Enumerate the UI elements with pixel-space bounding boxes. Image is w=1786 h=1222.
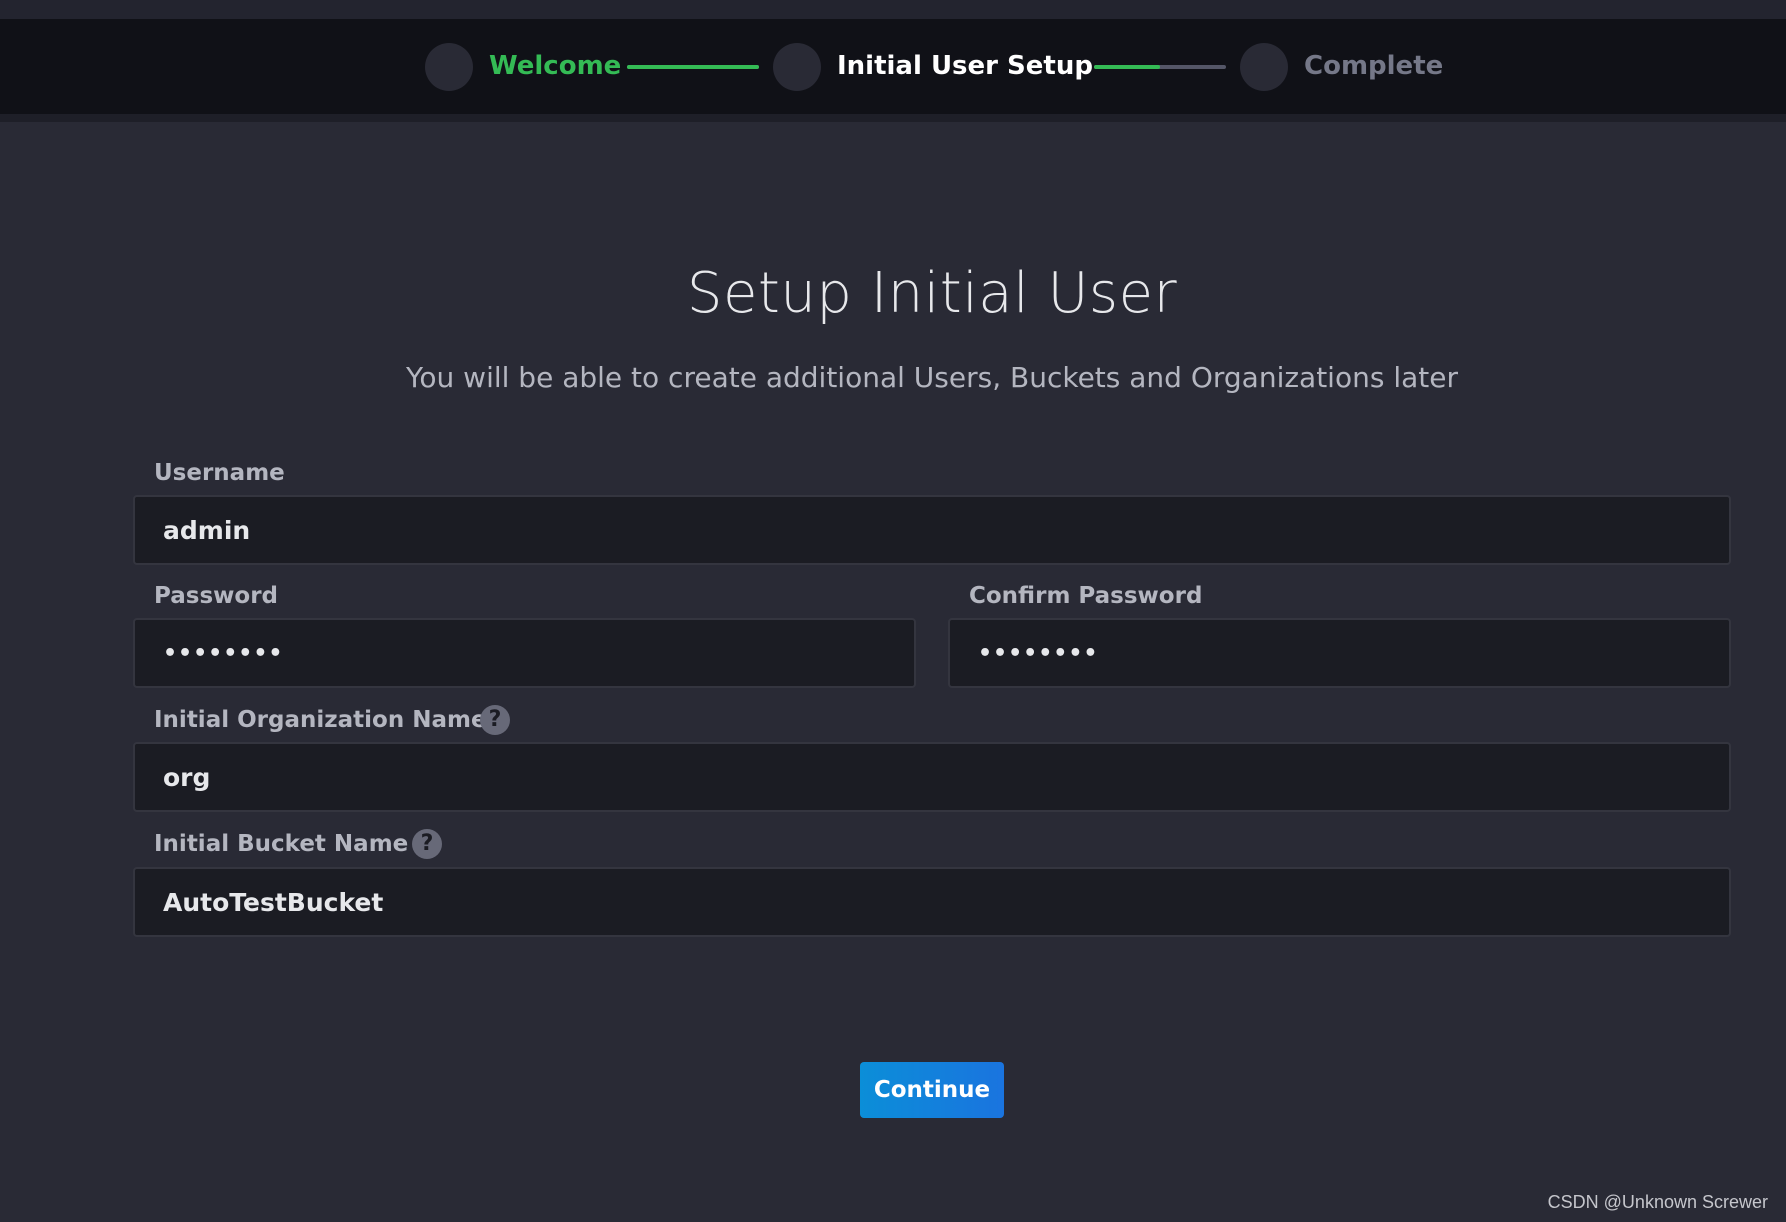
step-welcome-dot <box>425 43 473 91</box>
username-input[interactable] <box>133 495 1731 565</box>
organization-name-label: Initial Organization Name <box>154 707 487 733</box>
bucket-name-label: Initial Bucket Name <box>154 831 409 857</box>
organization-name-input[interactable] <box>133 742 1731 812</box>
continue-button[interactable]: Continue <box>860 1062 1004 1118</box>
confirm-password-label: Confirm Password <box>969 583 1203 609</box>
page-title: Setup Initial User <box>686 261 1178 326</box>
page-subtitle: You will be able to create additional Us… <box>406 361 1458 394</box>
organization-help-icon[interactable]: ? <box>480 705 510 735</box>
step-welcome-label: Welcome <box>489 51 622 81</box>
step-connector-2-progress <box>1094 65 1160 69</box>
step-connector-1 <box>627 65 759 69</box>
password-input[interactable] <box>133 618 916 688</box>
step-initial-user-setup-label: Initial User Setup <box>837 51 1093 81</box>
stepper-divider <box>0 114 1786 122</box>
step-initial-user-setup-dot <box>773 43 821 91</box>
confirm-password-input[interactable] <box>948 618 1731 688</box>
step-connector-1-progress <box>627 65 759 69</box>
step-connector-2 <box>1094 65 1226 69</box>
step-complete-dot <box>1240 43 1288 91</box>
password-label: Password <box>154 583 278 609</box>
top-strip <box>0 0 1786 19</box>
bucket-name-input[interactable] <box>133 867 1731 937</box>
username-label: Username <box>154 460 285 486</box>
bucket-help-icon[interactable]: ? <box>412 829 442 859</box>
step-complete-label: Complete <box>1304 51 1444 81</box>
watermark: CSDN @Unknown Screwer <box>1547 1192 1768 1212</box>
